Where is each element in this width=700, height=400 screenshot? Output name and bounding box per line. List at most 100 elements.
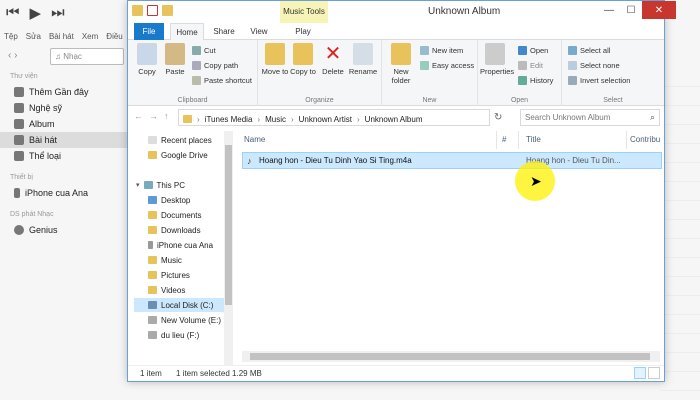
new-folder-icon[interactable] <box>162 5 173 16</box>
forward-icon[interactable]: → <box>149 111 158 121</box>
pictures-icon <box>148 271 157 279</box>
playback-controls: ⏮ ▶ ⏭ <box>6 4 65 22</box>
minimize-icon[interactable]: — <box>598 1 620 19</box>
column-header-name[interactable]: Name <box>244 135 265 144</box>
breadcrumb-itunes-media[interactable]: iTunes Media <box>205 115 253 124</box>
genre-icon <box>14 151 24 161</box>
file-row[interactable]: ♪ Hoang hon - Dieu Tu Dinh Yao Si Ting.m… <box>242 152 662 169</box>
chevron-down-icon[interactable]: ▾ <box>136 181 140 189</box>
view-toggle <box>634 367 660 379</box>
delete-button[interactable]: ✕ Delete <box>318 43 348 76</box>
history-button[interactable]: History <box>518 73 553 87</box>
cut-button[interactable]: Cut <box>192 43 216 57</box>
sidebar-item-recent[interactable]: Thêm Gần đây <box>0 84 128 100</box>
copy-to-button[interactable]: Copy to <box>288 43 318 76</box>
ribbon-tabs: File Home Share View Play <box>128 23 664 41</box>
sidebar-item-genius[interactable]: Genius <box>0 222 128 238</box>
menu-controls[interactable]: Điều <box>106 32 122 41</box>
title-bar[interactable]: Music Tools Unknown Album — ☐ ✕ <box>128 1 676 23</box>
properties-button[interactable]: Properties <box>480 43 514 76</box>
paste-button[interactable]: Paste <box>160 43 190 76</box>
search-input[interactable]: Search Unknown Album ⌕ <box>520 109 660 126</box>
tab-play[interactable]: Play <box>286 23 320 40</box>
nav-item-music[interactable]: Music <box>148 253 182 267</box>
nav-item-videos[interactable]: Videos <box>148 283 185 297</box>
menu-song[interactable]: Bài hát <box>49 32 74 41</box>
album-icon <box>14 119 24 129</box>
select-none-button[interactable]: Select none <box>568 58 620 72</box>
breadcrumb-unknown-artist[interactable]: Unknown Artist <box>299 115 352 124</box>
column-header-number[interactable]: # <box>502 135 506 144</box>
rename-button[interactable]: Rename <box>348 43 378 76</box>
play-icon[interactable]: ▶ <box>30 4 42 22</box>
tab-share[interactable]: Share <box>208 23 240 40</box>
nav-item-google-drive[interactable]: Google Drive <box>148 148 208 162</box>
invert-selection-button[interactable]: Invert selection <box>568 73 630 87</box>
new-folder-big-icon <box>391 43 411 65</box>
horizontal-scrollbar-thumb[interactable] <box>250 353 650 360</box>
sidebar-item-artists[interactable]: Nghệ sỹ <box>0 100 128 116</box>
sidebar-item-albums[interactable]: Album <box>0 116 128 132</box>
column-header-title[interactable]: Title <box>526 135 541 144</box>
edit-button[interactable]: Edit <box>518 58 543 72</box>
paste-shortcut-button[interactable]: Paste shortcut <box>192 73 252 87</box>
up-icon[interactable]: ↑ <box>164 111 169 121</box>
rename-icon <box>353 43 373 65</box>
copy-path-button[interactable]: Copy path <box>192 58 238 72</box>
open-group: Properties Open Edit History Open <box>478 40 562 106</box>
nav-item-recent-places[interactable]: Recent places <box>148 133 212 147</box>
music-folder-icon <box>148 256 157 264</box>
next-icon[interactable]: ⏭ <box>51 4 65 22</box>
open-button[interactable]: Open <box>518 43 548 57</box>
window-title: Unknown Album <box>428 6 501 17</box>
tab-file[interactable]: File <box>134 23 164 40</box>
nav-item-this-pc[interactable]: ▾ This PC <box>136 178 185 192</box>
select-none-icon <box>568 60 577 70</box>
nav-item-local-disk-c[interactable]: Local Disk (C:) <box>134 298 226 312</box>
back-icon[interactable]: ← <box>134 111 143 121</box>
mouse-cursor-icon: ➤ <box>530 173 542 189</box>
nav-item-documents[interactable]: Documents <box>148 208 201 222</box>
song-icon <box>14 135 24 145</box>
nav-item-new-volume-e[interactable]: New Volume (E:) <box>148 313 221 327</box>
column-header-contributing[interactable]: Contribu <box>630 135 660 144</box>
nav-item-iphone[interactable]: iPhone cua Ana <box>148 238 213 252</box>
properties-icon[interactable] <box>147 5 158 16</box>
sidebar-item-songs[interactable]: Bài hát <box>0 132 128 148</box>
details-view-icon[interactable] <box>634 367 646 379</box>
menu-edit[interactable]: Sửa <box>26 32 41 41</box>
sidebar-item-genres[interactable]: Thể loại <box>0 148 128 164</box>
breadcrumb-unknown-album[interactable]: Unknown Album <box>365 115 423 124</box>
menu-view[interactable]: Xem <box>82 32 98 41</box>
recent-icon <box>14 87 24 97</box>
easy-access-button[interactable]: Easy access <box>420 58 474 72</box>
address-bar[interactable]: › iTunes Media › Music › Unknown Artist … <box>178 109 490 126</box>
close-icon[interactable]: ✕ <box>642 1 676 19</box>
new-folder-button[interactable]: New folder <box>386 43 416 85</box>
tab-home[interactable]: Home <box>170 23 204 41</box>
menu-file[interactable]: Tệp <box>4 32 18 41</box>
itunes-menubar: Tệp Sửa Bài hát Xem Điều <box>4 32 123 41</box>
nav-item-desktop[interactable]: Desktop <box>148 193 190 207</box>
breadcrumb-music[interactable]: Music <box>265 115 286 124</box>
select-all-button[interactable]: Select all <box>568 43 610 57</box>
music-tools-badge: Music Tools <box>280 1 328 23</box>
itunes-back-forward[interactable]: ‹ › <box>8 50 17 61</box>
organize-group: Move to Copy to ✕ Delete Rename Organize <box>258 40 382 106</box>
sidebar-item-iphone[interactable]: iPhone cua Ana <box>0 185 128 201</box>
tab-view[interactable]: View <box>244 23 274 40</box>
move-to-button[interactable]: Move to <box>260 43 290 76</box>
copy-button[interactable]: Copy <box>132 43 162 76</box>
new-item-button[interactable]: New item <box>420 43 463 57</box>
itunes-media-picker[interactable]: ♫ Nhạc <box>50 48 124 65</box>
file-list: Name # Title Contribu ♪ Hoang hon - Dieu… <box>234 131 664 367</box>
nav-buttons: ← → ↑ <box>134 111 169 121</box>
nav-item-downloads[interactable]: Downloads <box>148 223 201 237</box>
previous-icon[interactable]: ⏮ <box>6 4 20 22</box>
maximize-icon[interactable]: ☐ <box>620 1 642 19</box>
nav-item-pictures[interactable]: Pictures <box>148 268 190 282</box>
refresh-icon[interactable]: ↻ <box>494 112 502 123</box>
large-icons-view-icon[interactable] <box>648 367 660 379</box>
nav-scrollbar-thumb[interactable] <box>225 145 232 305</box>
nav-item-du-lieu-f[interactable]: du lieu (F:) <box>148 328 199 342</box>
